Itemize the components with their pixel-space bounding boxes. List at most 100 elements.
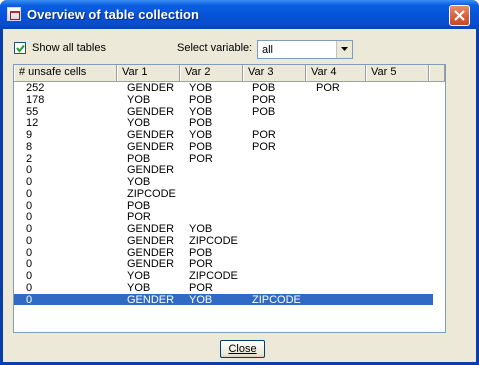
var2-value: YOB xyxy=(189,129,213,141)
unsafe-cells-value: 178 xyxy=(26,93,45,106)
table-header: # unsafe cells Var 1 Var 2 Var 3 Var 4 V… xyxy=(14,65,445,82)
dropdown-arrow-button[interactable] xyxy=(336,41,352,58)
var2-value: POB xyxy=(189,246,213,259)
var3-value: POR xyxy=(252,129,276,141)
chevron-down-icon xyxy=(341,47,348,51)
window-title: Overview of table collection xyxy=(27,7,199,22)
unsafe-cells-value: 0 xyxy=(26,234,33,247)
close-icon xyxy=(454,10,465,21)
select-variable-dropdown[interactable]: all xyxy=(257,40,353,59)
unsafe-cells-value: 2 xyxy=(26,152,33,165)
window-close-button[interactable] xyxy=(449,5,470,26)
var1-value: YOB xyxy=(127,117,151,130)
var2-value: POB xyxy=(189,117,213,130)
column-header-var5[interactable]: Var 5 xyxy=(366,65,429,81)
unsafe-cells-value: 0 xyxy=(26,211,33,224)
table-row[interactable]: 178 YOB POB POR xyxy=(14,94,433,106)
unsafe-cells-value: 0 xyxy=(26,223,33,235)
table-row[interactable]: 252 GENDER YOB POB POR xyxy=(14,82,433,94)
unsafe-cells-value: 0 xyxy=(26,246,33,259)
var1-value: YOB xyxy=(127,93,151,106)
var1-value: YOB xyxy=(127,281,151,294)
var1-value: POB xyxy=(127,199,151,212)
close-button-label: Close xyxy=(228,343,257,355)
table-row[interactable]: 0 GENDER YOB ZIPCODE xyxy=(14,293,433,306)
title-bar[interactable]: Overview of table collection xyxy=(0,0,479,29)
column-header-var1[interactable]: Var 1 xyxy=(117,65,180,81)
table-row[interactable]: 8 GENDER POB POR xyxy=(14,141,433,153)
var2-value: POB xyxy=(189,140,213,153)
close-button[interactable]: Close xyxy=(220,340,265,358)
table-row[interactable]: 0 GENDER YOB xyxy=(14,223,433,235)
var1-value: POB xyxy=(127,152,151,165)
var1-value: GENDER xyxy=(127,82,175,94)
unsafe-cells-value: 0 xyxy=(26,281,33,294)
table-collection-list[interactable]: # unsafe cells Var 1 Var 2 Var 3 Var 4 V… xyxy=(13,64,446,333)
column-header-filler xyxy=(429,65,445,81)
var3-value: POR xyxy=(252,140,276,153)
unsafe-cells-value: 8 xyxy=(26,140,33,153)
column-header-var3[interactable]: Var 3 xyxy=(243,65,306,81)
var2-value: ZIPCODE xyxy=(189,234,238,247)
unsafe-cells-value: 9 xyxy=(26,129,33,141)
checkmark-icon xyxy=(16,44,25,53)
var1-value: GENDER xyxy=(127,234,175,247)
var2-value: POR xyxy=(189,258,213,271)
var1-value: GENDER xyxy=(127,129,175,141)
app-icon xyxy=(7,7,21,21)
table-row[interactable]: 0 YOB POR xyxy=(14,282,433,294)
unsafe-cells-value: 0 xyxy=(26,293,33,306)
var2-value: ZIPCODE xyxy=(189,270,238,282)
table-row[interactable]: 9 GENDER YOB POR xyxy=(14,129,433,141)
var3-value: ZIPCODE xyxy=(252,293,301,306)
var3-value: POB xyxy=(252,82,276,94)
unsafe-cells-value: 12 xyxy=(26,117,39,130)
column-header-var4[interactable]: Var 4 xyxy=(306,65,366,81)
var1-value: GENDER xyxy=(127,105,175,118)
show-all-tables-label: Show all tables xyxy=(32,42,106,54)
var1-value: YOB xyxy=(127,176,151,188)
show-all-tables-checkbox[interactable] xyxy=(14,42,26,54)
unsafe-cells-value: 0 xyxy=(26,164,33,177)
var2-value: YOB xyxy=(189,223,213,235)
table-row[interactable]: 0 POB xyxy=(14,200,433,212)
table-row[interactable]: 0 ZIPCODE xyxy=(14,188,433,200)
table-body: 252 GENDER YOB POB POR 178 YOB POB POR 55 GENDER YO… xyxy=(14,82,445,306)
unsafe-cells-value: 0 xyxy=(26,270,33,282)
var3-value: POB xyxy=(252,105,276,118)
unsafe-cells-value: 55 xyxy=(26,105,39,118)
select-variable-value: all xyxy=(262,44,274,56)
table-row[interactable]: 0 GENDER POB xyxy=(14,247,433,259)
unsafe-cells-value: 0 xyxy=(26,258,33,271)
select-variable-label: Select variable: xyxy=(177,42,253,54)
var1-value: POR xyxy=(127,211,151,224)
var1-value: GENDER xyxy=(127,164,175,177)
unsafe-cells-value: 0 xyxy=(26,176,33,188)
var1-value: YOB xyxy=(127,270,151,282)
var2-value: YOB xyxy=(189,293,213,306)
var1-value: ZIPCODE xyxy=(127,187,176,200)
var1-value: GENDER xyxy=(127,293,175,306)
table-row[interactable]: 0 YOB ZIPCODE xyxy=(14,270,433,282)
var2-value: YOB xyxy=(189,105,213,118)
var4-value: POR xyxy=(316,82,340,94)
var3-value: POR xyxy=(252,93,276,106)
table-row[interactable]: 2 POB POR xyxy=(14,153,433,165)
var2-value: POR xyxy=(189,152,213,165)
table-row[interactable]: 55 GENDER YOB POB xyxy=(14,106,433,118)
table-row[interactable]: 0 GENDER xyxy=(14,164,433,176)
column-header-unsafe-cells[interactable]: # unsafe cells xyxy=(14,65,117,81)
table-row[interactable]: 0 GENDER ZIPCODE xyxy=(14,235,433,247)
table-row[interactable]: 12 YOB POB xyxy=(14,117,433,129)
unsafe-cells-value: 0 xyxy=(26,199,33,212)
unsafe-cells-value: 252 xyxy=(26,82,45,94)
column-header-var2[interactable]: Var 2 xyxy=(180,65,243,81)
table-row[interactable]: 0 POR xyxy=(14,211,433,223)
table-row[interactable]: 0 YOB xyxy=(14,176,433,188)
var1-value: GENDER xyxy=(127,246,175,259)
table-row[interactable]: 0 GENDER POR xyxy=(14,258,433,270)
var1-value: GENDER xyxy=(127,140,175,153)
var2-value: POB xyxy=(189,93,213,106)
var2-value: YOB xyxy=(189,82,213,94)
var1-value: GENDER xyxy=(127,223,175,235)
